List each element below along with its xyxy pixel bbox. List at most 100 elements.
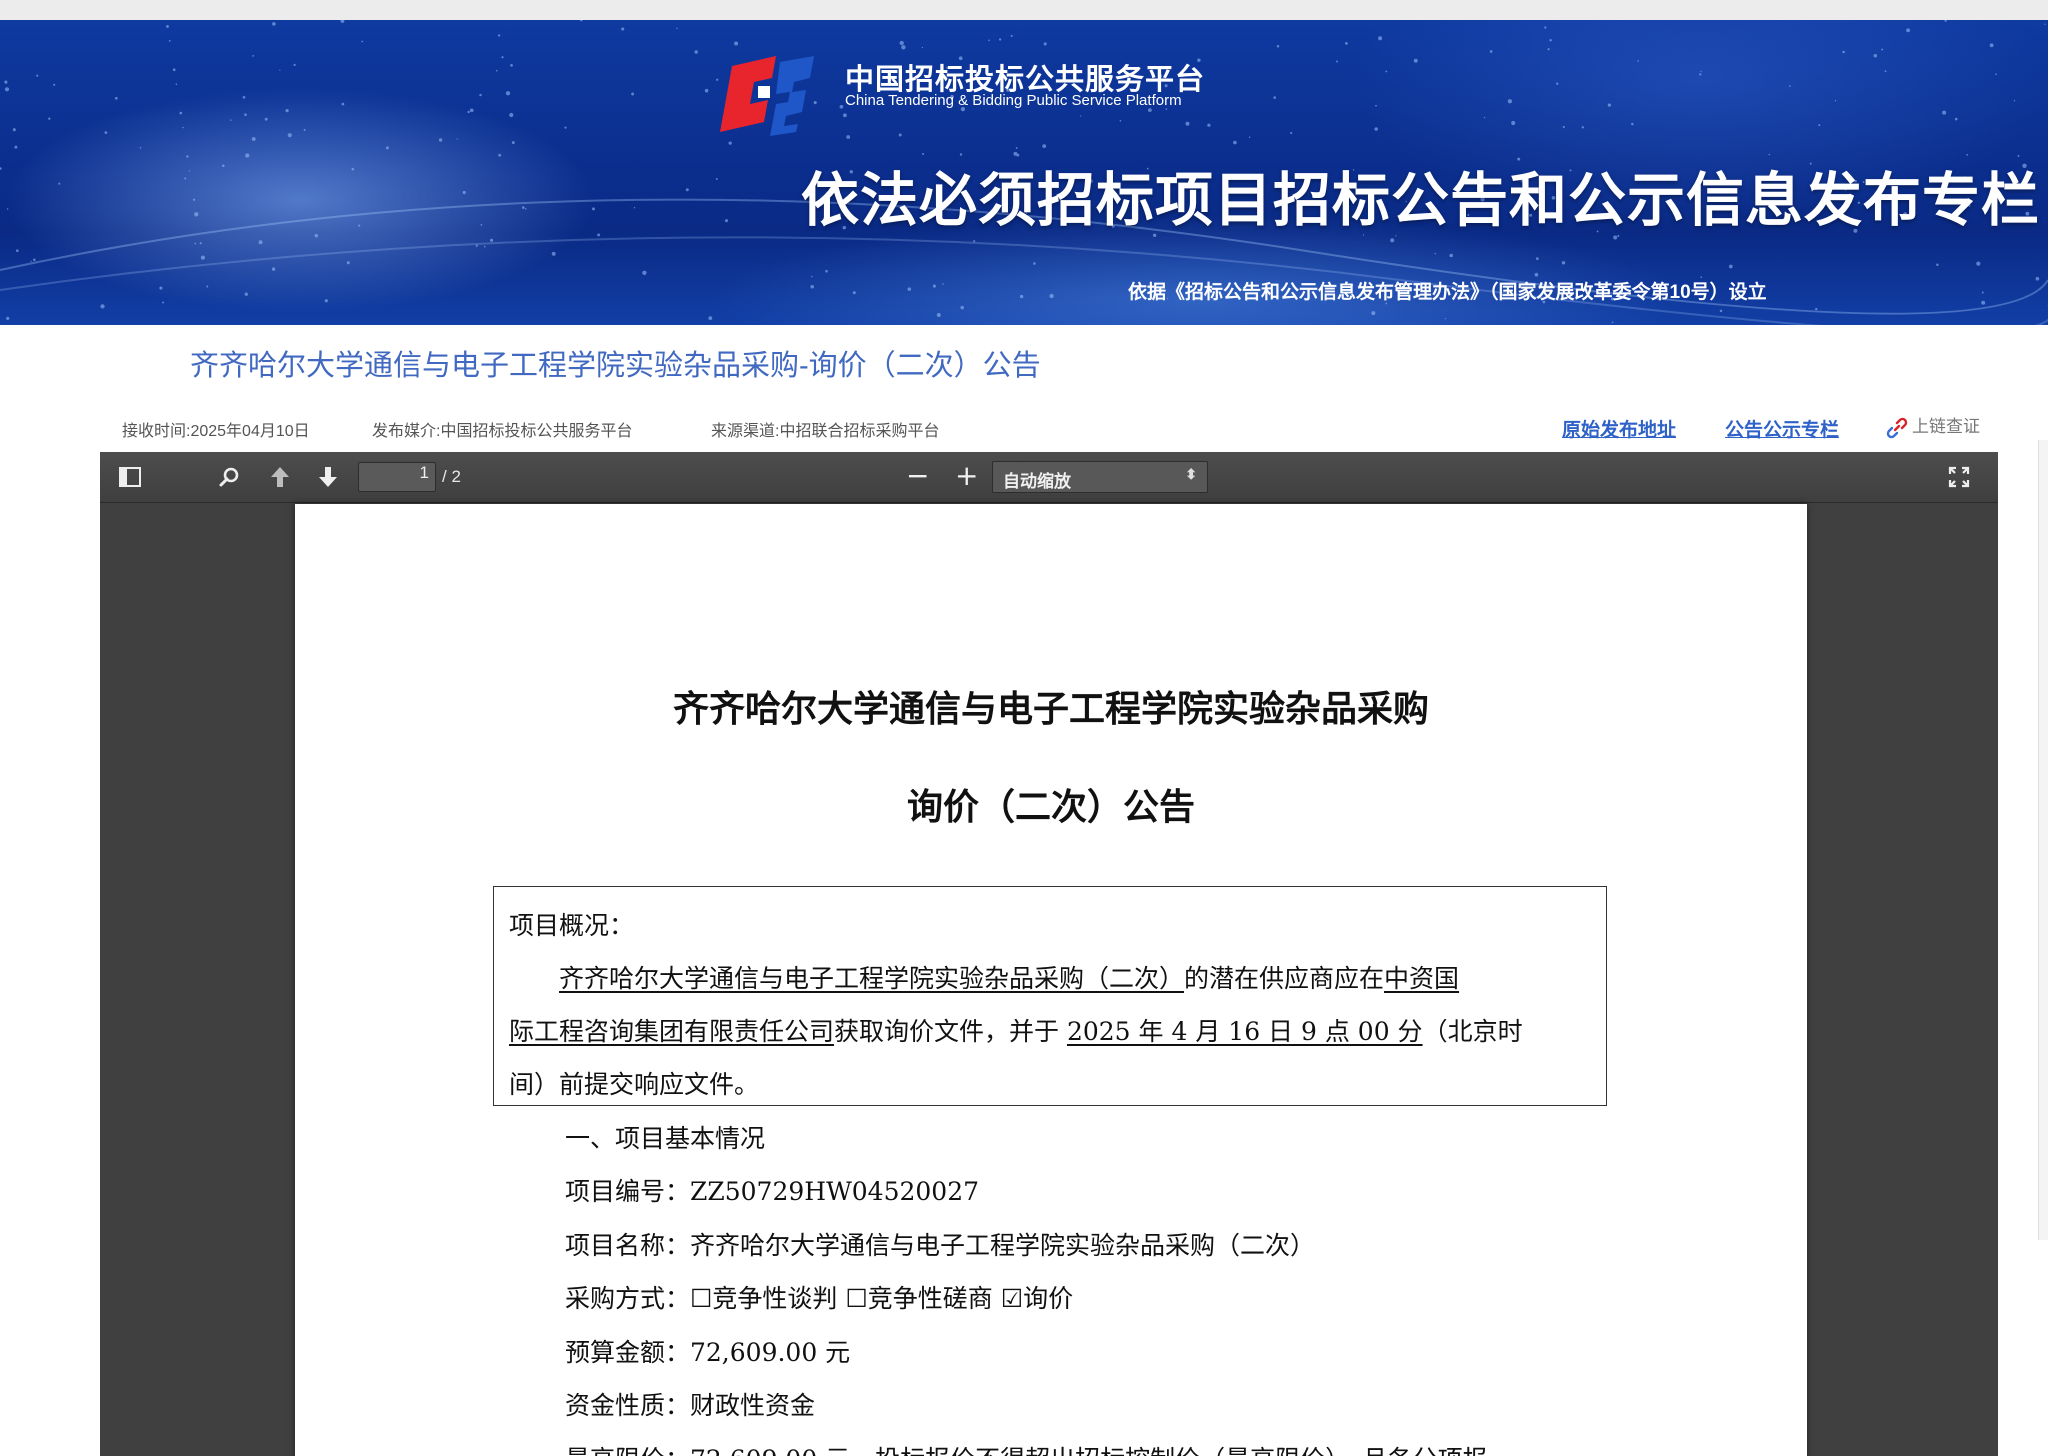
overview-text: 的潜在供应商应在 bbox=[1184, 964, 1385, 993]
pdf-toolbar: 1 / 2 − + 自动缩放 ⬍ bbox=[100, 452, 1998, 503]
banner-star bbox=[1371, 311, 1376, 316]
banner-star bbox=[1374, 127, 1378, 131]
banner-star bbox=[200, 255, 205, 260]
banner-star bbox=[1989, 43, 1994, 48]
overview-agency-b: 际工程咨询集团有限责任公司 bbox=[509, 1017, 835, 1046]
banner-star bbox=[642, 270, 647, 275]
next-page-icon[interactable] bbox=[315, 464, 341, 490]
banner-star bbox=[1995, 73, 1997, 75]
banner-star bbox=[1413, 58, 1418, 63]
banner-star bbox=[1444, 317, 1446, 320]
banner-star bbox=[139, 147, 142, 149]
banner-star bbox=[251, 137, 256, 141]
banner-star bbox=[1607, 103, 1612, 107]
banner-star bbox=[1534, 272, 1539, 277]
overview-label: 项目概况： bbox=[509, 911, 635, 940]
banner-star bbox=[1842, 50, 1845, 54]
banner-subtitle: 依据《招标公告和公示信息发布管理办法》（国家发展改革委令第10号）设立 bbox=[1128, 282, 1767, 303]
banner-star bbox=[172, 68, 176, 72]
banner-star bbox=[1581, 126, 1584, 129]
search-icon[interactable] bbox=[217, 464, 243, 490]
banner-star bbox=[287, 133, 292, 138]
banner-star bbox=[1390, 238, 1395, 243]
banner-star bbox=[1033, 262, 1036, 265]
chain-verify-link[interactable]: 上链查证 bbox=[1886, 412, 1980, 439]
banner-star bbox=[1789, 85, 1791, 87]
banner-star bbox=[244, 292, 248, 296]
banner-star bbox=[285, 108, 289, 113]
banner-star bbox=[633, 207, 636, 209]
banner-star bbox=[960, 305, 964, 310]
banner: 中国招标投标公共服务平台 China Tendering & Bidding P… bbox=[0, 20, 2048, 325]
banner-title: 依法必须招标项目招标公告和公示信息发布专栏 bbox=[800, 168, 2040, 233]
zoom-select[interactable]: 自动缩放 ⬍ bbox=[992, 461, 1208, 493]
banner-star bbox=[361, 40, 364, 43]
page-number-input[interactable]: 1 bbox=[358, 462, 436, 492]
banner-star bbox=[12, 128, 16, 132]
banner-star bbox=[467, 110, 470, 114]
banner-star bbox=[1981, 300, 1986, 305]
banner-star bbox=[1043, 42, 1047, 46]
banner-star bbox=[1818, 124, 1821, 127]
banner-star bbox=[264, 117, 268, 121]
banner-star bbox=[1944, 20, 1947, 22]
announcement-column-link[interactable]: 公告公示专栏 bbox=[1725, 415, 1839, 442]
banner-star bbox=[1976, 261, 1981, 266]
banner-star bbox=[1561, 261, 1566, 265]
page-scrollbar[interactable] bbox=[2038, 440, 2048, 1240]
zoom-in-button[interactable]: + bbox=[955, 461, 978, 491]
banner-star bbox=[932, 284, 936, 288]
pdf-page: 齐齐哈尔大学通信与电子工程学院实验杂品采购 询价（二次）公告 项目概况： 齐齐哈… bbox=[295, 504, 1807, 1456]
banner-star bbox=[1207, 123, 1211, 127]
banner-star bbox=[1728, 264, 1733, 269]
banner-star bbox=[1378, 36, 1383, 41]
original-url-link[interactable]: 原始发布地址 bbox=[1562, 415, 1676, 442]
sidebar-toggle-icon[interactable] bbox=[117, 464, 143, 490]
banner-star bbox=[184, 177, 187, 180]
banner-star bbox=[704, 88, 709, 93]
banner-star bbox=[685, 188, 689, 192]
banner-star bbox=[715, 178, 718, 180]
doc-title-line-1: 齐齐哈尔大学通信与电子工程学院实验杂品采购 bbox=[672, 688, 1429, 730]
banner-star bbox=[1010, 34, 1013, 37]
banner-star bbox=[114, 96, 118, 100]
banner-star bbox=[1290, 131, 1293, 135]
banner-star bbox=[480, 224, 483, 226]
banner-star bbox=[1881, 48, 1884, 51]
banner-star bbox=[1556, 82, 1559, 85]
banner-star bbox=[36, 74, 39, 77]
banner-star bbox=[1544, 26, 1547, 29]
banner-star bbox=[1815, 307, 1818, 311]
banner-star bbox=[724, 219, 729, 223]
banner-star bbox=[182, 126, 184, 129]
banner-star bbox=[1942, 110, 1947, 115]
banner-star bbox=[901, 45, 906, 50]
project-number: 项目编号：ZZ50729HW04520027 bbox=[565, 1177, 980, 1206]
source-channel: 来源渠道:中招联合招标采购平台 bbox=[711, 423, 940, 440]
banner-star bbox=[1049, 293, 1054, 299]
banner-star bbox=[1719, 309, 1723, 313]
banner-star bbox=[168, 40, 171, 42]
banner-star bbox=[524, 208, 527, 210]
banner-star bbox=[2035, 276, 2040, 281]
banner-star bbox=[2044, 23, 2046, 25]
fund-nature: 资金性质：财政性资金 bbox=[565, 1391, 816, 1420]
banner-star bbox=[825, 269, 828, 273]
zoom-out-button[interactable]: − bbox=[906, 461, 929, 491]
banner-star bbox=[2013, 100, 2016, 102]
banner-star bbox=[1119, 119, 1122, 122]
banner-star bbox=[1042, 144, 1047, 148]
fullscreen-icon[interactable] bbox=[1946, 464, 1972, 490]
banner-star bbox=[509, 112, 514, 118]
previous-page-icon[interactable] bbox=[267, 464, 293, 490]
banner-star bbox=[936, 312, 941, 318]
banner-star bbox=[346, 261, 350, 265]
banner-star bbox=[1233, 140, 1237, 145]
banner-star bbox=[1449, 253, 1453, 258]
pdf-viewer: 1 / 2 − + 自动缩放 ⬍ 齐齐哈尔大学通信与电子工程学院实验杂品采购 询… bbox=[100, 452, 1998, 1456]
banner-star bbox=[1535, 257, 1539, 260]
top-strip bbox=[0, 0, 2048, 20]
banner-star bbox=[340, 20, 345, 23]
banner-star bbox=[522, 206, 525, 209]
banner-star bbox=[810, 284, 814, 289]
